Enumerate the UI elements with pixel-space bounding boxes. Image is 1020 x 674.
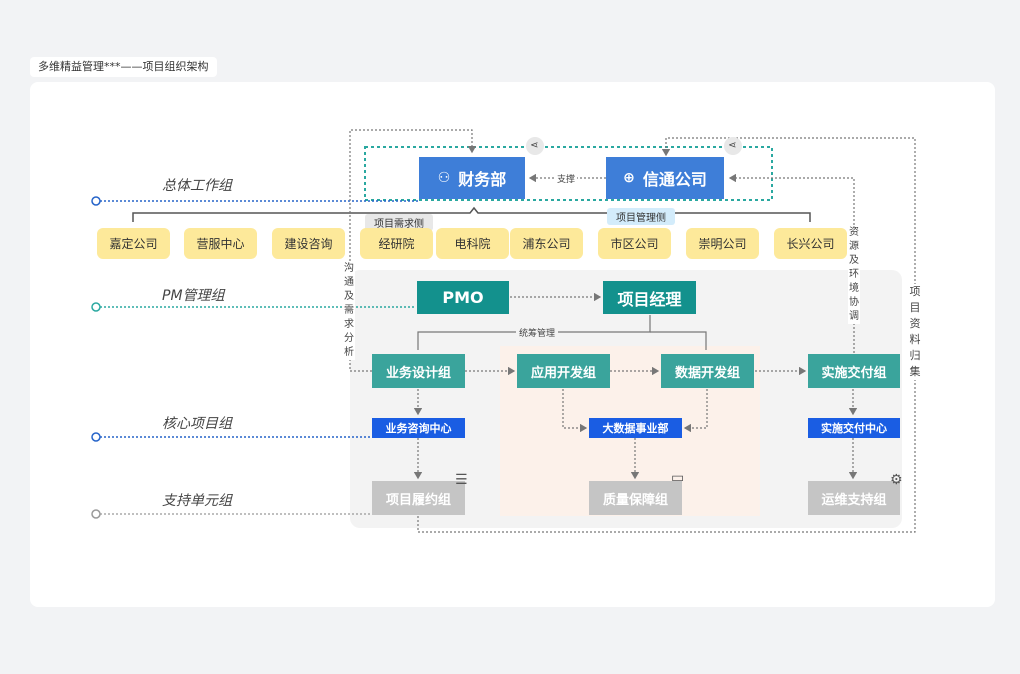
app-dev-group: 应用开发组 bbox=[517, 354, 610, 388]
tier-label: PM管理组 bbox=[162, 288, 225, 304]
pmo-node: PMO bbox=[417, 281, 509, 314]
globe-icon: ⊕ bbox=[623, 170, 635, 186]
company-item: 崇明公司 bbox=[686, 228, 759, 259]
quality-group: 质量保障组 bbox=[589, 481, 682, 515]
bigdata-dept: 大数据事业部 bbox=[589, 418, 682, 438]
data-dev-group: 数据开发组 bbox=[661, 354, 754, 388]
support-label: 支撑 bbox=[555, 172, 578, 185]
consult-center: 业务咨询中心 bbox=[372, 418, 465, 438]
document-icon: ☰ bbox=[455, 472, 468, 488]
company-item: 嘉定公司 bbox=[97, 228, 170, 259]
comm-note: 沟通及需求分析 bbox=[343, 262, 355, 360]
delivery-center: 实施交付中心 bbox=[808, 418, 900, 438]
company-item: 浦东公司 bbox=[510, 228, 583, 259]
connector-lines bbox=[91, 129, 916, 533]
manager-node: 项目经理 bbox=[603, 281, 696, 314]
ops-group: 运维支持组 bbox=[808, 481, 900, 515]
gear-icon: ⚙ bbox=[890, 472, 903, 488]
node-label: 信通公司 bbox=[642, 170, 707, 189]
design-group: 业务设计组 bbox=[372, 354, 465, 388]
company-item: 建设咨询 bbox=[272, 228, 345, 259]
tier-label: 核心项目组 bbox=[162, 416, 232, 432]
company-item: 长兴公司 bbox=[774, 228, 847, 259]
monitor-icon: ▭ bbox=[671, 470, 685, 486]
company-item: 市区公司 bbox=[598, 228, 671, 259]
company-item: 电科院 bbox=[436, 228, 509, 259]
company-item: 营服中心 bbox=[184, 228, 257, 259]
xintong-node: ⊕ 信通公司 bbox=[606, 157, 724, 199]
tier-label: 总体工作组 bbox=[162, 178, 232, 194]
share-icon: ⋖ bbox=[530, 140, 539, 151]
hierarchy-icon: ⚇ bbox=[437, 170, 451, 186]
perform-group: 项目履约组 bbox=[372, 481, 465, 515]
finance-node: ⚇ 财务部 bbox=[419, 157, 525, 199]
coord-label: 统筹管理 bbox=[516, 326, 559, 339]
company-item: 经研院 bbox=[360, 228, 433, 259]
resource-note: 资源及环境协调 bbox=[848, 226, 860, 324]
share-icon: ⋖ bbox=[728, 140, 737, 151]
delivery-group: 实施交付组 bbox=[808, 354, 900, 388]
manage-side-tag: 项目管理侧 bbox=[607, 208, 675, 225]
tier-label: 支持单元组 bbox=[162, 493, 232, 509]
node-label: 财务部 bbox=[458, 170, 507, 189]
collect-note: 项目资料归集 bbox=[909, 284, 921, 380]
